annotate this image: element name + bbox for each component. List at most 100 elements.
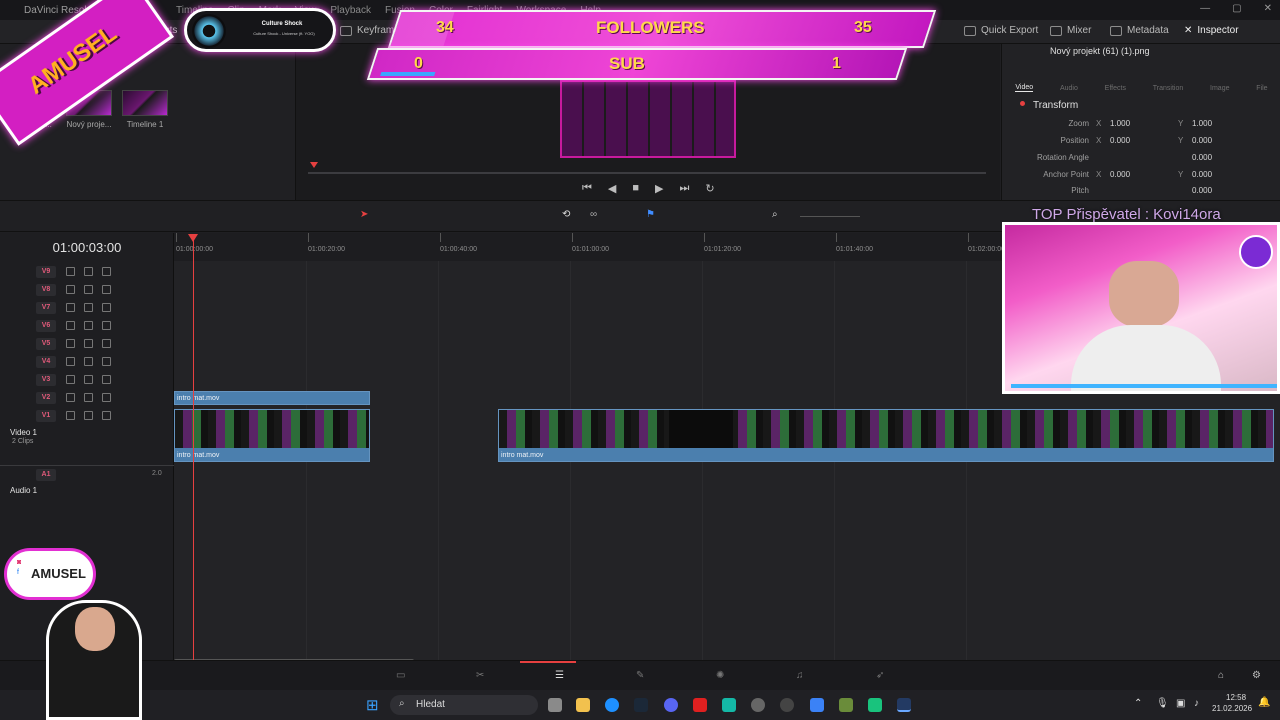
volume-icon[interactable]: ♪ <box>1194 698 1199 709</box>
fusion-page-icon[interactable]: ✎ <box>636 670 644 681</box>
track-enable-icon[interactable] <box>102 357 111 366</box>
lock-icon[interactable] <box>66 375 75 384</box>
taskbar-search[interactable]: ⌕ Hledat <box>390 695 538 715</box>
edge-icon[interactable] <box>605 698 619 712</box>
track-badge[interactable]: V6 <box>36 320 56 332</box>
app-icon-3[interactable] <box>780 698 794 712</box>
app-icon-5[interactable] <box>839 698 853 712</box>
scrubber[interactable] <box>308 172 986 174</box>
steam-icon[interactable] <box>634 698 648 712</box>
tray-chevron-icon[interactable]: ⌃ <box>1134 698 1142 709</box>
anchor-y-field[interactable]: 0.000 <box>1192 170 1212 179</box>
settings-icon[interactable]: ⚙ <box>1252 670 1261 681</box>
start-icon[interactable]: ⊞ <box>366 696 379 714</box>
track-enable-icon[interactable] <box>102 303 111 312</box>
flag-icon[interactable]: ⚑ <box>646 209 655 220</box>
discord-icon[interactable] <box>664 698 678 712</box>
track-enable-icon[interactable] <box>102 339 111 348</box>
auto-select-icon[interactable] <box>84 393 93 402</box>
auto-select-icon[interactable] <box>84 267 93 276</box>
minimize-icon[interactable]: — <box>1200 3 1210 14</box>
lock-icon[interactable] <box>66 411 75 420</box>
track-badge[interactable]: V2 <box>36 392 56 404</box>
auto-select-icon[interactable] <box>84 339 93 348</box>
audio-track-badge[interactable]: A1 <box>36 469 56 481</box>
rotation-field[interactable]: 0.000 <box>1192 153 1212 162</box>
transform-header[interactable]: Transform <box>1033 100 1078 111</box>
close-icon[interactable]: ✕ <box>1264 3 1272 14</box>
snap-icon[interactable]: ⟲ <box>562 209 570 220</box>
zoom-y-field[interactable]: 1.000 <box>1192 119 1212 128</box>
notification-icon[interactable]: 🔔 <box>1258 697 1270 708</box>
clip-v1-a[interactable]: intro mat.mov <box>174 409 370 462</box>
inspector-button[interactable]: ✕ Inspector <box>1184 25 1239 36</box>
auto-select-icon[interactable] <box>84 411 93 420</box>
zoom-x-field[interactable]: 1.000 <box>1110 119 1130 128</box>
lock-icon[interactable] <box>66 267 75 276</box>
network-icon[interactable]: ▣ <box>1176 698 1185 709</box>
maximize-icon[interactable]: ▢ <box>1232 3 1241 14</box>
auto-select-icon[interactable] <box>84 321 93 330</box>
explorer-icon[interactable] <box>576 698 590 712</box>
track-badge[interactable]: V3 <box>36 374 56 386</box>
track-enable-icon[interactable] <box>102 321 111 330</box>
clip-v1-b[interactable]: intro mat.mov <box>498 409 1274 462</box>
timecode-display[interactable]: 01:00:03:00 <box>0 240 174 255</box>
loop-icon[interactable]: ↻ <box>705 182 714 195</box>
mixer-button[interactable]: Mixer <box>1050 25 1091 36</box>
pitch-field[interactable]: 0.000 <box>1192 186 1212 195</box>
clock-time[interactable]: 12:58 <box>1226 693 1246 702</box>
auto-select-icon[interactable] <box>84 357 93 366</box>
lock-icon[interactable] <box>66 321 75 330</box>
menu-playback[interactable]: Playback <box>330 5 371 16</box>
track-enable-icon[interactable] <box>102 267 111 276</box>
taskview-icon[interactable] <box>548 698 562 712</box>
tab-effects[interactable]: Effects <box>1105 85 1126 92</box>
home-icon[interactable]: ⌂ <box>1218 670 1224 681</box>
cut-page-icon[interactable]: ✂ <box>476 670 484 681</box>
color-page-icon[interactable]: ✺ <box>716 670 724 681</box>
play-icon[interactable]: ▶ <box>655 182 663 195</box>
track-badge[interactable]: V9 <box>36 266 56 278</box>
app-icon-6[interactable] <box>868 698 882 712</box>
tab-image[interactable]: Image <box>1210 85 1229 92</box>
playhead[interactable] <box>193 236 194 660</box>
lock-icon[interactable] <box>66 357 75 366</box>
clip-v2[interactable]: intro mat.mov <box>174 391 370 405</box>
media-page-icon[interactable]: ▭ <box>396 670 405 681</box>
track-enable-icon[interactable] <box>102 375 111 384</box>
lock-icon[interactable] <box>66 303 75 312</box>
lock-icon[interactable] <box>66 339 75 348</box>
media-thumb-3[interactable] <box>122 90 168 116</box>
track-badge[interactable]: V1 <box>36 410 56 422</box>
position-x-field[interactable]: 0.000 <box>1110 136 1130 145</box>
lock-icon[interactable] <box>66 393 75 402</box>
zoom-icon[interactable]: ⌕ <box>772 209 778 220</box>
resolve-taskbar-icon[interactable] <box>897 698 911 712</box>
app-icon-1[interactable] <box>722 698 736 712</box>
track-enable-icon[interactable] <box>102 393 111 402</box>
skip-forward-icon[interactable]: ⏭ <box>680 182 690 195</box>
skip-back-icon[interactable]: ⏮ <box>582 182 592 195</box>
deliver-page-icon[interactable]: ➶ <box>876 670 884 681</box>
edit-page-icon[interactable]: ☰ <box>555 670 564 681</box>
lock-icon[interactable] <box>66 285 75 294</box>
tab-file[interactable]: File <box>1256 85 1267 92</box>
mic-icon[interactable]: 🎙 <box>1156 698 1169 709</box>
track-badge[interactable]: V7 <box>36 302 56 314</box>
position-y-field[interactable]: 0.000 <box>1192 136 1212 145</box>
stop-icon[interactable]: ■ <box>632 182 639 195</box>
auto-select-icon[interactable] <box>84 285 93 294</box>
select-tool-icon[interactable]: ➤ <box>360 209 368 220</box>
tab-transition[interactable]: Transition <box>1153 85 1183 92</box>
track-badge[interactable]: V4 <box>36 356 56 368</box>
fairlight-page-icon[interactable]: ♫ <box>796 670 804 681</box>
quick-export-button[interactable]: Quick Export <box>964 25 1038 36</box>
metadata-button[interactable]: Metadata <box>1110 25 1169 36</box>
clock-date[interactable]: 21.02.2026 <box>1212 704 1252 713</box>
youtube-icon[interactable] <box>693 698 707 712</box>
anchor-x-field[interactable]: 0.000 <box>1110 170 1130 179</box>
auto-select-icon[interactable] <box>84 375 93 384</box>
auto-select-icon[interactable] <box>84 303 93 312</box>
transform-enabled-icon[interactable] <box>1020 101 1025 106</box>
